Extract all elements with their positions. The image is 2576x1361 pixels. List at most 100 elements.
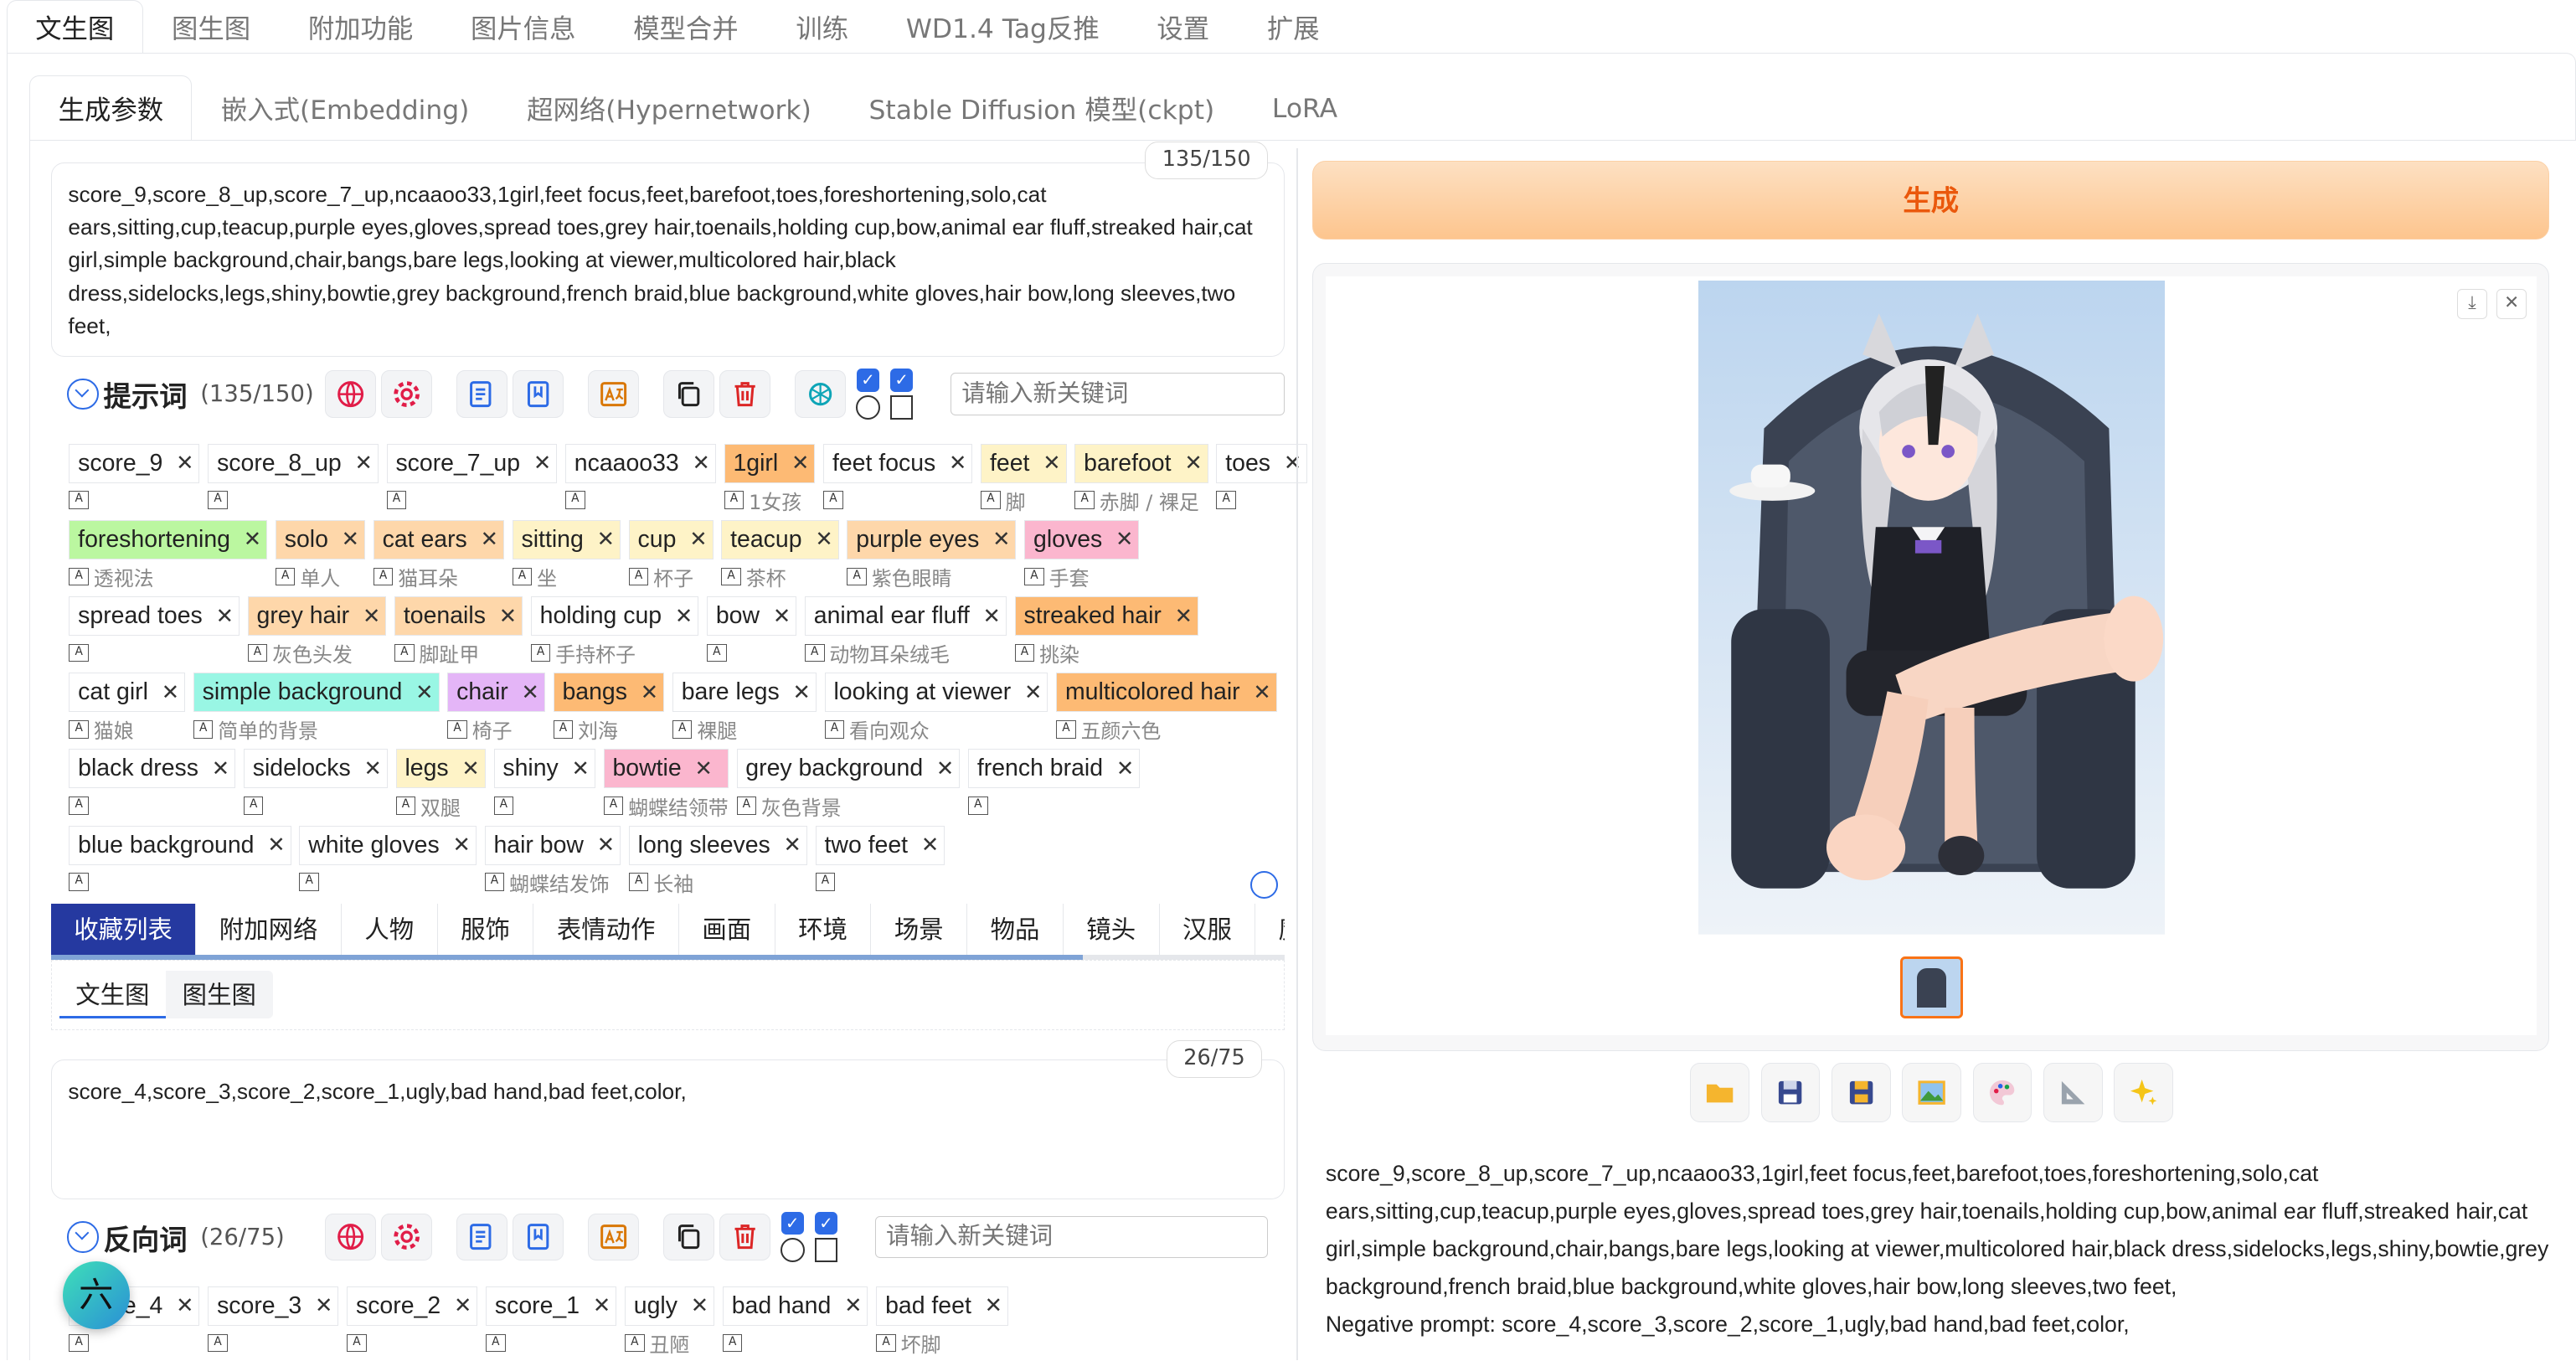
top-tab[interactable]: WD1.4 Tag反推	[877, 0, 1128, 54]
tag-label[interactable]: legs	[397, 750, 457, 786]
tag-label[interactable]: cat girl	[70, 674, 156, 710]
remove-tag-icon[interactable]: ✕	[517, 680, 544, 705]
auto-split-checkbox[interactable]: ✓	[889, 369, 914, 420]
tag-chip[interactable]: solo ✕	[275, 519, 366, 559]
tag-chip[interactable]: ugly ✕	[625, 1286, 715, 1326]
top-tab[interactable]: 训练	[767, 0, 877, 54]
top-tab[interactable]: 附加功能	[279, 0, 441, 54]
remove-tag-icon[interactable]: ✕	[310, 1293, 337, 1318]
tag-chip[interactable]: sitting ✕	[512, 519, 621, 559]
tag-chip[interactable]: ncaaoo33 ✕	[565, 443, 716, 483]
remove-tag-icon[interactable]: ✕	[916, 833, 944, 858]
translate-tag-icon[interactable]: A	[208, 1333, 228, 1353]
tag-label[interactable]: grey hair	[249, 598, 358, 634]
history-button[interactable]	[456, 1213, 508, 1261]
remove-tag-icon[interactable]: ✕	[768, 604, 796, 629]
translate-tag-icon[interactable]: A	[373, 567, 394, 586]
zip-save-button[interactable]	[1832, 1063, 1891, 1122]
top-tab[interactable]: 图生图	[143, 0, 280, 54]
tag-chip[interactable]: bad hand ✕	[722, 1286, 868, 1326]
tag-label[interactable]: feet	[981, 446, 1038, 482]
translate-tag-icon[interactable]: A	[1014, 643, 1035, 662]
remove-tag-icon[interactable]: ✕	[689, 756, 717, 781]
send-to-inpaint-button[interactable]	[1972, 1063, 2032, 1122]
translate-tag-icon[interactable]: A	[1074, 491, 1095, 510]
translate-settings-button[interactable]	[381, 1213, 432, 1261]
translate-tag-icon[interactable]: A	[722, 1333, 743, 1353]
tag-label[interactable]: score_7_up	[388, 446, 528, 482]
auto-translate-checkbox[interactable]: ✓	[855, 369, 881, 420]
download-icon[interactable]: ⤓	[2457, 289, 2487, 319]
translate-tag-icon[interactable]: A	[672, 720, 693, 739]
tag-chip[interactable]: black dress ✕	[69, 749, 236, 789]
remove-tag-icon[interactable]: ✕	[350, 451, 378, 476]
remove-tag-icon[interactable]: ✕	[810, 527, 837, 552]
remove-tag-icon[interactable]: ✕	[931, 756, 959, 781]
sub-tab[interactable]: 嵌入式(Embedding)	[192, 75, 497, 141]
translate-tag-icon[interactable]: A	[247, 643, 268, 662]
tag-label[interactable]: gloves	[1025, 522, 1110, 558]
tag-label[interactable]: blue background	[70, 827, 262, 864]
tag-label[interactable]: long sleeves	[630, 827, 779, 864]
tag-label[interactable]: hair bow	[486, 827, 592, 864]
remove-tag-icon[interactable]: ✕	[211, 604, 239, 629]
copy-button[interactable]	[663, 1213, 715, 1261]
category-tab[interactable]: 表情动作	[533, 903, 679, 956]
translate-tag-icon[interactable]: A	[299, 873, 319, 892]
tag-label[interactable]: barefoot	[1075, 446, 1179, 482]
remove-tag-icon[interactable]: ✕	[359, 756, 387, 781]
category-tab[interactable]: 环境	[775, 903, 872, 956]
tag-chip[interactable]: blue background ✕	[69, 825, 291, 865]
remove-tag-icon[interactable]: ✕	[980, 1293, 1007, 1318]
tag-chip[interactable]: two feet ✕	[815, 825, 945, 865]
category-subtab[interactable]: 图生图	[166, 971, 272, 1018]
translate-tag-icon[interactable]: A	[447, 720, 467, 739]
tag-chip[interactable]: purple eyes ✕	[847, 519, 1017, 559]
remove-tag-icon[interactable]: ✕	[786, 451, 814, 476]
translate-tag-icon[interactable]: A	[847, 567, 867, 586]
top-tab[interactable]: 模型合并	[605, 0, 767, 54]
tag-chip[interactable]: cup ✕	[628, 519, 714, 559]
tag-label[interactable]: holding cup	[532, 598, 670, 634]
translate-tag-icon[interactable]: A	[876, 1333, 896, 1353]
tag-label[interactable]: bow	[708, 598, 768, 634]
chatgpt-button[interactable]	[795, 370, 846, 419]
translate-tag-icon[interactable]: A	[815, 873, 836, 892]
translate-tag-icon[interactable]: A	[968, 796, 988, 815]
category-tab[interactable]: 人物	[342, 903, 438, 956]
tag-chip[interactable]: chair ✕	[447, 673, 545, 713]
translate-tag-icon[interactable]: A	[553, 720, 574, 739]
auto-split-checkbox[interactable]: ✓	[814, 1211, 838, 1263]
tag-chip[interactable]: hair bow ✕	[484, 825, 621, 865]
translate-text-button[interactable]	[588, 1213, 639, 1261]
sub-tab[interactable]: Stable Diffusion 模型(ckpt)	[840, 75, 1243, 141]
translate-tag-icon[interactable]: A	[69, 491, 89, 510]
remove-tag-icon[interactable]: ✕	[449, 1293, 477, 1318]
tag-chip[interactable]: score_1 ✕	[486, 1286, 617, 1326]
expand-tags-icon[interactable]	[1249, 870, 1279, 899]
tag-label[interactable]: chair	[448, 674, 516, 710]
tag-chip[interactable]: bare legs ✕	[672, 673, 817, 713]
tag-label[interactable]: bowtie	[605, 750, 690, 786]
translate-settings-button[interactable]	[381, 370, 432, 419]
translate-tag-icon[interactable]: A	[721, 567, 741, 586]
assistant-avatar[interactable]: 六	[62, 1261, 130, 1329]
category-tab[interactable]: 服饰	[438, 903, 534, 956]
close-icon[interactable]: ✕	[2496, 289, 2527, 319]
prompt-textarea[interactable]: score_9,score_8_up,score_7_up,ncaaoo33,1…	[50, 162, 1285, 357]
tag-chip[interactable]: bowtie ✕	[603, 749, 729, 789]
tag-chip[interactable]: multicolored hair ✕	[1056, 673, 1277, 713]
tag-label[interactable]: shiny	[495, 750, 567, 786]
remove-tag-icon[interactable]: ✕	[1248, 680, 1275, 705]
remove-tag-icon[interactable]: ✕	[788, 680, 816, 705]
remove-tag-icon[interactable]: ✕	[1279, 451, 1306, 476]
tag-chip[interactable]: feet focus ✕	[823, 443, 973, 483]
send-to-extras-button[interactable]	[2043, 1063, 2103, 1122]
tag-label[interactable]: score_1	[487, 1288, 588, 1324]
sub-tab[interactable]: 超网络(Hypernetwork)	[498, 75, 840, 141]
bookmark-button[interactable]	[512, 370, 564, 419]
remove-tag-icon[interactable]: ✕	[839, 1293, 867, 1318]
remove-tag-icon[interactable]: ✕	[476, 527, 503, 552]
remove-tag-icon[interactable]: ✕	[358, 604, 385, 629]
tag-chip[interactable]: score_8_up ✕	[208, 443, 379, 483]
